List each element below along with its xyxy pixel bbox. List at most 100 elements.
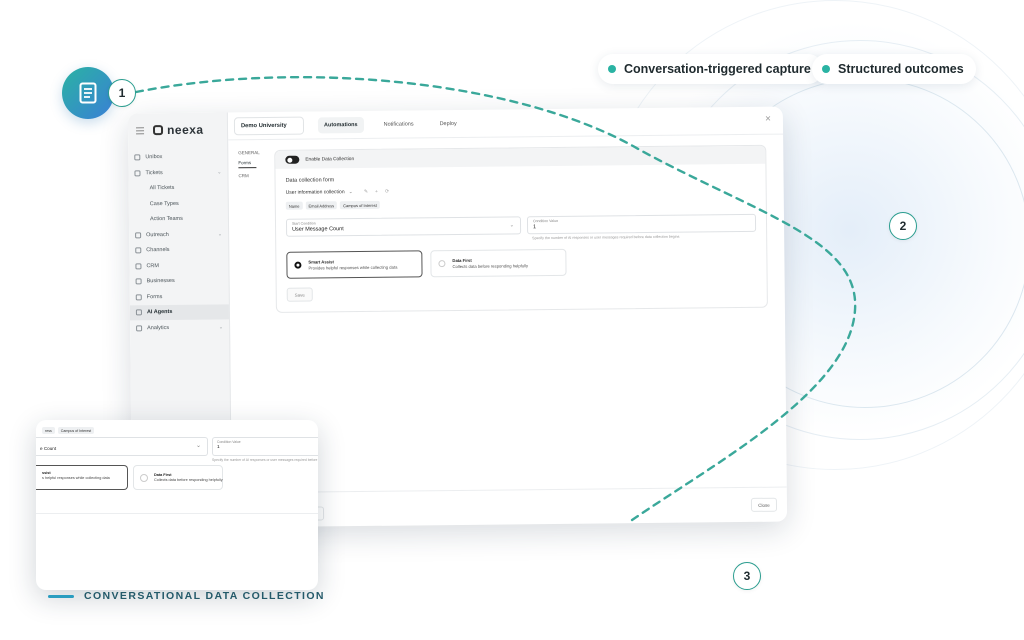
chevron-down-icon: ⌄ (217, 168, 222, 176)
zoom-mode-smart-assist[interactable]: ssist s helpful responses while collecti… (36, 465, 128, 490)
sidebar-list: Unibox Tickets ⌄ All Tickets Case Types Actio… (128, 149, 230, 336)
badge-structured-outcomes: Structured outcomes (812, 54, 976, 84)
sidebar-item-label: Channels (146, 247, 170, 254)
field-chip: ress (42, 427, 55, 434)
mode-title: Smart Assist (308, 259, 334, 265)
radio-unselected[interactable] (140, 473, 148, 482)
sidebar-item-tickets[interactable]: Tickets ⌄ (128, 164, 227, 180)
sidebar-item-unibox[interactable]: Unibox (128, 149, 227, 165)
condition-fields: Start Condition User Message Count ⌄ Con… (285, 213, 757, 237)
sidebar-item-label: Tickets (145, 169, 163, 176)
nav-icon (134, 169, 141, 176)
menu-icon[interactable] (135, 126, 145, 134)
nav-icon (135, 293, 142, 300)
zoom-detail-card: ress Campus of Interest e Count ⌄ Condit… (36, 420, 318, 590)
condition-value-input[interactable]: Condition Value 1 (526, 213, 757, 235)
sidebar-item-label: Action Teams (149, 215, 183, 223)
start-condition-select[interactable]: Start Condition User Message Count ⌄ (285, 216, 522, 237)
radio-unselected[interactable] (438, 260, 446, 268)
organization-selector[interactable]: Demo University (233, 116, 305, 135)
nav-icon (136, 324, 143, 331)
nav-icon (139, 185, 145, 191)
sidebar-item-analytics[interactable]: Analytics ⌄ (130, 319, 229, 335)
panel-body: Data collection form User information co… (275, 164, 766, 313)
radio-selected[interactable] (294, 261, 302, 269)
nav-icon (139, 216, 145, 222)
form-select-value: User information collection (285, 189, 345, 196)
add-icon[interactable]: + (375, 189, 378, 195)
subnav-crm[interactable]: CRM (238, 173, 256, 178)
tab-automations[interactable]: Automations (317, 116, 364, 133)
zoom-condition-value-input[interactable]: Condition Value 1 (212, 437, 318, 456)
form-section-label: Data collection form (285, 177, 335, 184)
sidebar-item-crm[interactable]: CRM (129, 257, 228, 273)
sidebar-item-businesses[interactable]: Businesses (130, 273, 229, 289)
zoom-condition-value: 1 (217, 445, 220, 450)
close-icon[interactable]: × (765, 114, 771, 125)
sidebar-item-action-teams[interactable]: Action Teams (129, 211, 228, 227)
edit-icon[interactable]: ✎ (364, 189, 368, 195)
mode-subtitle: s helpful responses while collecting dat… (42, 476, 110, 480)
mode-title: ssist (42, 471, 51, 475)
chevron-down-icon: ⌄ (217, 230, 223, 238)
brand-name: neexa (166, 122, 204, 138)
tab-deploy[interactable]: Deploy (433, 115, 462, 131)
sidebar-item-label: Unibox (145, 154, 163, 161)
sidebar-item-forms[interactable]: Forms (130, 288, 229, 304)
field-chip: Email Address (305, 201, 338, 210)
sidebar-item-case-types[interactable]: Case Types (129, 195, 228, 211)
sidebar-item-label: Businesses (146, 277, 175, 285)
save-button[interactable]: Save (286, 287, 313, 302)
chevron-down-icon: ⌄ (195, 443, 201, 449)
form-field-chips: Name Email Address Campus of Interest (285, 197, 756, 210)
step-marker-1: 1 (108, 79, 136, 107)
mode-data-first[interactable]: Data First Collects data before respondi… (430, 248, 567, 278)
tab-notifications[interactable]: Notifications (378, 116, 420, 132)
settings-subnav: GENERAL Forms CRM (238, 150, 260, 183)
refresh-icon[interactable]: ⟳ (385, 189, 389, 195)
nav-icon (139, 201, 145, 207)
zoom-start-condition-value: e Count (40, 446, 57, 451)
mode-subtitle: Collects data before responding helpfull… (154, 478, 223, 482)
badge-dot (608, 65, 616, 73)
mode-title: Data First (154, 473, 172, 477)
badge-label: Structured outcomes (838, 62, 964, 76)
document-icon (62, 67, 114, 119)
zoom-mode-data-first[interactable]: Data First Collects data before respondi… (133, 465, 223, 490)
mode-smart-assist[interactable]: Smart Assist Provides helpful responses … (286, 250, 423, 279)
nav-icon (135, 278, 142, 285)
sidebar-item-all-tickets[interactable]: All Tickets (129, 180, 228, 196)
form-select-row: User information collection ⌄ ✎ + ⟳ (286, 183, 756, 198)
form-select[interactable]: User information collection ⌄ (286, 187, 357, 198)
nav-icon (134, 154, 141, 161)
enable-data-collection-toggle[interactable] (285, 155, 300, 164)
sidebar-item-label: Analytics (147, 324, 170, 331)
zoom-start-condition-select[interactable]: e Count ⌄ (36, 437, 208, 456)
app-logo: neexa (128, 112, 227, 149)
toggle-label: Enable Data Collection (305, 156, 355, 163)
collection-modes: Smart Assist Provides helpful responses … (286, 247, 756, 279)
close-button[interactable]: Close (750, 497, 778, 512)
field-chip: Name (285, 201, 303, 210)
chevron-down-icon: ⌄ (218, 323, 224, 330)
zoom-condition-caption: Condition Value (217, 440, 241, 444)
condition-helper-text: Specify the number of AI responses or us… (532, 234, 680, 241)
sidebar-item-label: Outreach (146, 231, 169, 238)
nav-icon (135, 309, 142, 316)
subnav-general: GENERAL (238, 150, 260, 156)
mode-subtitle: Provides helpful responses while collect… (308, 264, 398, 271)
field-chip: Campus of Interest (57, 427, 95, 434)
caption-bar (48, 594, 74, 598)
mode-title: Data First (452, 257, 472, 264)
sidebar-item-outreach[interactable]: Outreach ⌄ (129, 226, 228, 242)
subnav-forms[interactable]: Forms (238, 160, 257, 169)
badge-conversation-capture: Conversation-triggered capture (598, 54, 823, 84)
caption: CONVERSATIONAL DATA COLLECTION (48, 590, 325, 602)
zoom-field-chips: ress Campus of Interest (42, 427, 95, 434)
zoom-divider (36, 513, 318, 514)
badge-label: Conversation-triggered capture (624, 62, 811, 76)
sidebar-item-ai-agents[interactable]: AI Agents (129, 303, 230, 320)
nav-icon (135, 247, 142, 254)
sidebar-item-channels[interactable]: Channels (129, 242, 228, 258)
chevron-down-icon: ⌄ (348, 189, 353, 196)
